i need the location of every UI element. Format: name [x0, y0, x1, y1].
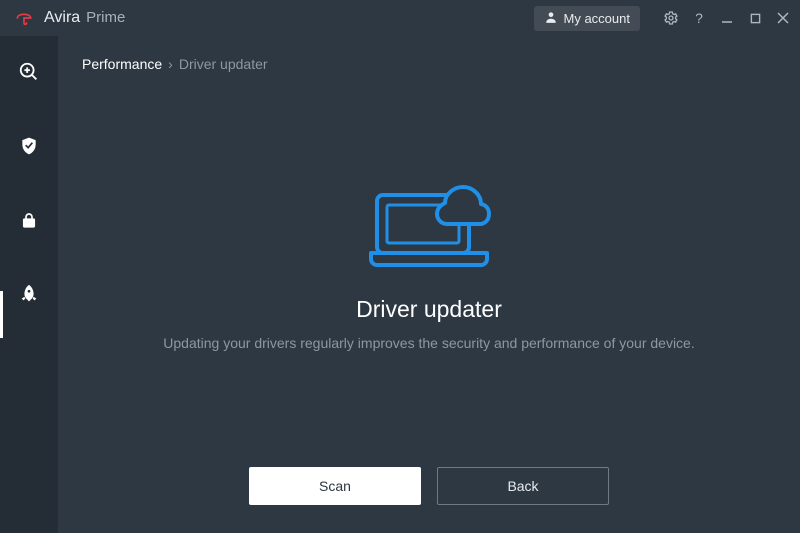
lock-icon	[20, 211, 38, 234]
sidebar-item-status[interactable]	[0, 54, 58, 94]
brand-tier: Prime	[86, 9, 125, 26]
back-button[interactable]: Back	[437, 467, 609, 505]
titlebar: Avira Prime My account ?	[0, 0, 800, 36]
sidebar	[0, 36, 58, 533]
brand-name: Avira	[44, 9, 80, 27]
sidebar-item-security[interactable]	[0, 128, 58, 168]
user-icon	[544, 10, 558, 27]
page-subtitle: Updating your drivers regularly improves…	[163, 335, 694, 351]
driver-updater-illustration	[359, 169, 499, 284]
shield-icon	[19, 136, 39, 161]
scan-button[interactable]: Scan	[249, 467, 421, 505]
content-area: Performance › Driver updater Driver upda…	[58, 36, 800, 533]
minimize-icon[interactable]	[718, 9, 736, 27]
brand: Avira Prime	[44, 9, 125, 27]
maximize-icon[interactable]	[746, 9, 764, 27]
action-bar: Scan Back	[82, 467, 776, 509]
page-title: Driver updater	[356, 296, 502, 323]
avira-logo-icon	[14, 8, 34, 28]
my-account-label: My account	[564, 11, 630, 26]
rocket-icon	[18, 283, 40, 310]
sidebar-item-privacy[interactable]	[0, 202, 58, 242]
close-icon[interactable]	[774, 9, 792, 27]
my-account-button[interactable]: My account	[534, 6, 640, 31]
settings-icon[interactable]	[662, 9, 680, 27]
magnifier-icon	[18, 61, 40, 88]
help-icon[interactable]: ?	[690, 9, 708, 27]
sidebar-item-performance[interactable]	[0, 276, 58, 316]
